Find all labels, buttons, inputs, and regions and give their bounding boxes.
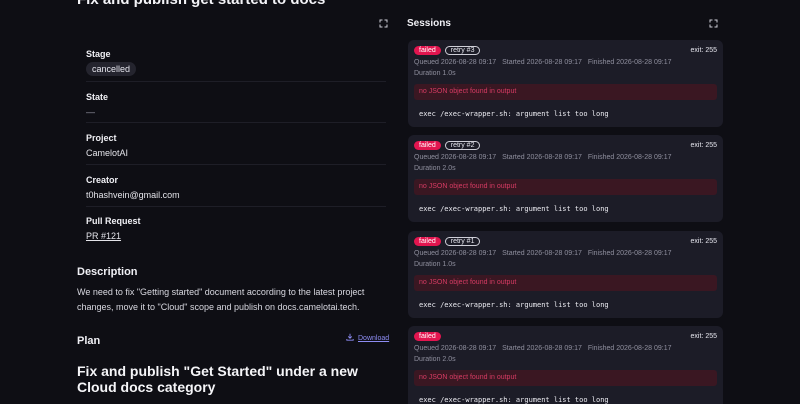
exit-code: exit: 255 [690, 142, 717, 149]
status-badge: failed [414, 237, 441, 246]
error-message: no JSON object found in output [414, 275, 717, 291]
session-card[interactable]: failed retry #2 exit: 255 Queued 2026-08… [408, 135, 723, 222]
pull-request-link[interactable]: PR #121 [86, 231, 386, 241]
divider [86, 164, 386, 165]
sessions-heading: Sessions [407, 18, 451, 29]
duration: Duration 2.0s [414, 356, 456, 363]
session-times: Queued 2026-08-28 09:17 Started 2026-08-… [414, 345, 676, 352]
started-time: Started 2026-08-28 09:17 [502, 154, 582, 161]
started-time: Started 2026-08-28 09:17 [502, 59, 582, 66]
session-times: Queued 2026-08-28 09:17 Started 2026-08-… [414, 250, 676, 257]
state-label: State [86, 92, 109, 102]
finished-time: Finished 2026-08-28 09:17 [587, 250, 672, 257]
session-times: Queued 2026-08-28 09:17 Started 2026-08-… [414, 59, 676, 66]
queued-time: Queued 2026-08-28 09:17 [414, 59, 497, 66]
session-times: Queued 2026-08-28 09:17 Started 2026-08-… [414, 154, 676, 161]
creator-field: Creator t0hashvein@gmail.com [86, 175, 386, 200]
exit-code: exit: 255 [690, 333, 717, 340]
description-text: We need to fix "Getting started" documen… [77, 287, 365, 312]
pull-request-field: Pull Request PR #121 [86, 216, 386, 241]
retry-badge: retry #1 [444, 237, 481, 246]
retry-badge: retry #2 [444, 141, 481, 150]
session-card[interactable]: failed exit: 255 Queued 2026-08-28 09:17… [408, 326, 723, 404]
queued-time: Queued 2026-08-28 09:17 [414, 154, 497, 161]
project-label: Project [86, 133, 117, 143]
session-output: exec /exec-wrapper.sh: argument list too… [419, 205, 609, 213]
pull-request-label: Pull Request [86, 216, 141, 226]
plan-title: Fix and publish "Get Started" under a ne… [77, 363, 358, 395]
session-output: exec /exec-wrapper.sh: argument list too… [419, 110, 609, 118]
session-card[interactable]: failed retry #1 exit: 255 Queued 2026-08… [408, 231, 723, 318]
divider [86, 206, 386, 207]
project-field: Project CamelotAI [86, 133, 386, 158]
download-icon [346, 333, 354, 343]
finished-time: Finished 2026-08-28 09:17 [587, 59, 672, 66]
expand-sessions-icon[interactable] [709, 19, 718, 28]
page-title: Fix and publish get started to docs [77, 0, 325, 8]
finished-time: Finished 2026-08-28 09:17 [587, 345, 672, 352]
expand-details-icon[interactable] [379, 19, 388, 28]
state-field: State — [86, 92, 386, 117]
creator-value: t0hashvein@gmail.com [86, 190, 180, 200]
divider [86, 122, 386, 123]
stage-badge: cancelled [86, 62, 137, 76]
stage-label: Stage [86, 49, 111, 59]
status-badge: failed [414, 332, 441, 341]
session-output: exec /exec-wrapper.sh: argument list too… [419, 396, 609, 404]
download-button[interactable]: Download [346, 333, 389, 343]
creator-label: Creator [86, 175, 119, 185]
error-message: no JSON object found in output [414, 179, 717, 195]
started-time: Started 2026-08-28 09:17 [502, 250, 582, 257]
queued-time: Queued 2026-08-28 09:17 [414, 345, 497, 352]
status-badge: failed [414, 141, 441, 150]
project-value: CamelotAI [86, 148, 129, 158]
duration: Duration 2.0s [414, 165, 456, 172]
duration: Duration 1.0s [414, 261, 456, 268]
download-label: Download [358, 334, 390, 342]
exit-code: exit: 255 [690, 238, 717, 245]
state-value: — [86, 107, 95, 117]
duration: Duration 1.0s [414, 70, 456, 77]
error-message: no JSON object found in output [414, 370, 717, 386]
divider [86, 81, 386, 82]
status-badge: failed [414, 46, 441, 55]
queued-time: Queued 2026-08-28 09:17 [414, 250, 497, 257]
exit-code: exit: 255 [690, 47, 717, 54]
error-message: no JSON object found in output [414, 84, 717, 100]
session-output: exec /exec-wrapper.sh: argument list too… [419, 301, 609, 309]
description-heading: Description [77, 266, 138, 278]
stage-field: Stage cancelled [86, 49, 386, 77]
started-time: Started 2026-08-28 09:17 [502, 345, 582, 352]
finished-time: Finished 2026-08-28 09:17 [587, 154, 672, 161]
plan-heading: Plan [77, 335, 101, 347]
retry-badge: retry #3 [444, 46, 481, 55]
session-card[interactable]: failed retry #3 exit: 255 Queued 2026-08… [408, 40, 723, 127]
